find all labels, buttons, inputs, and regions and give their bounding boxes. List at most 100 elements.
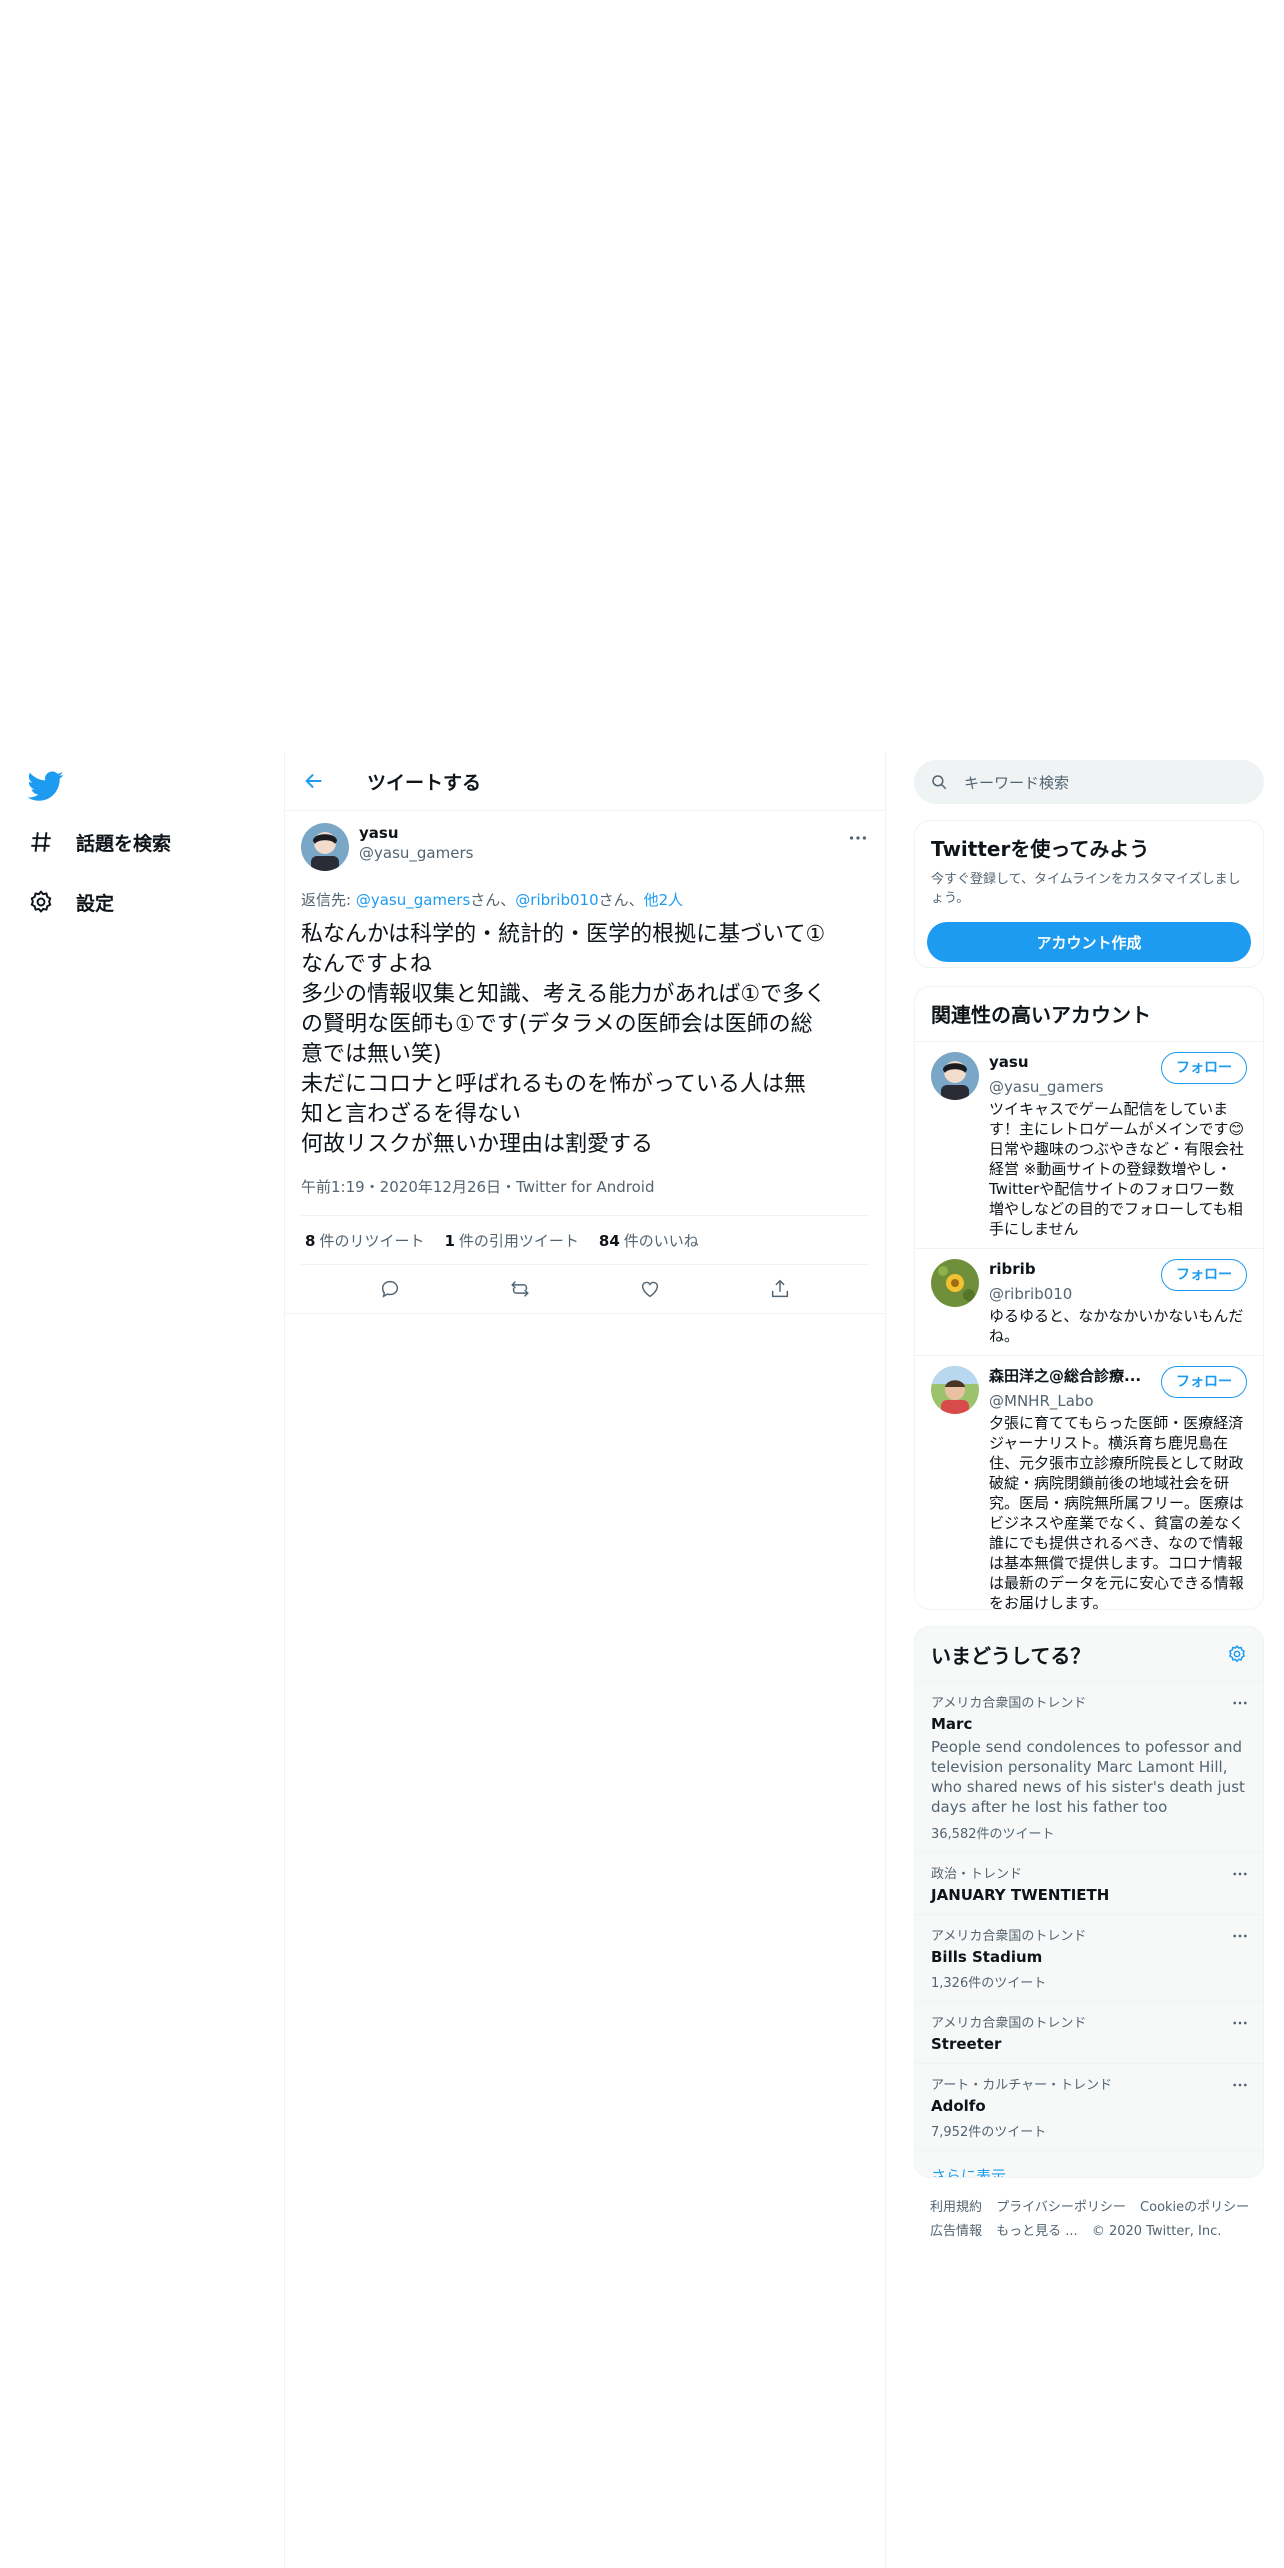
trend-context: アメリカ合衆国のトレンド (931, 2016, 1087, 2031)
related-user[interactable]: yasu @yasu_gamers フォロー ツイキャスでゲーム配信をしています… (915, 1042, 1263, 1249)
reply-user-link[interactable]: @yasu_gamers (356, 891, 470, 909)
reply-others-link[interactable]: 他2人 (644, 891, 684, 909)
tweet-text-line: の賢明な医師も①です(デタラメの医師会は医師の総 (301, 1012, 813, 1037)
follow-button[interactable]: フォロー (1161, 1052, 1247, 1084)
more-options-icon[interactable] (1231, 1927, 1249, 1945)
main-column: ツイートする yasu @yasu_gamers 返信先: @yasu_game… (284, 752, 886, 2568)
user-avatar[interactable] (931, 1366, 979, 1414)
more-options-icon[interactable] (1231, 2014, 1249, 2032)
footer-link[interactable]: もっと見る ... (996, 2224, 1078, 2239)
user-avatar[interactable] (931, 1052, 979, 1100)
signup-card: Twitterを使ってみよう 今すぐ登録して、タイムラインをカスタマイズしましょ… (914, 820, 1264, 968)
hashtag-icon (31, 832, 51, 852)
search-bar[interactable]: キーワード検索 (914, 760, 1264, 804)
trend-item[interactable]: アート・カルチャー・トレンド Adolfo 7,952件のツイート (915, 2064, 1263, 2151)
user-handle[interactable]: @yasu_gamers (989, 1077, 1103, 1097)
back-arrow-icon[interactable] (303, 770, 325, 792)
like-icon[interactable] (639, 1278, 661, 1300)
user-bio: ゆるゆると、なかなかいかないもんだね。 (989, 1307, 1244, 1345)
share-icon[interactable] (769, 1278, 791, 1300)
create-account-button[interactable]: アカウント作成 (927, 922, 1251, 962)
reply-separator: さん、 (598, 891, 644, 909)
related-title: 関連性の高いアカウント (931, 1003, 1151, 1027)
related-user[interactable]: ribrib @ribrib010 フォロー ゆるゆると、なかなかいかないもんだ… (915, 1249, 1263, 1356)
user-handle[interactable]: @ribrib010 (989, 1284, 1072, 1304)
nav-explore[interactable]: 話題を検索 (28, 822, 171, 862)
user-handle[interactable]: @MNHR_Labo (989, 1391, 1141, 1411)
more-options-icon[interactable] (847, 827, 869, 849)
like-count[interactable]: 84 件のいいね (599, 1230, 699, 1251)
author-avatar[interactable] (301, 823, 349, 871)
trend-item[interactable]: アメリカ合衆国のトレンド Bills Stadium 1,326件のツイート (915, 1915, 1263, 2002)
twitter-logo-icon[interactable] (27, 768, 64, 804)
signup-title: Twitterを使ってみよう (931, 837, 1150, 861)
user-name[interactable]: yasu (989, 1052, 1029, 1072)
search-input[interactable]: キーワード検索 (964, 772, 1069, 793)
footer-link[interactable]: Cookieのポリシー (1140, 2200, 1249, 2215)
more-options-icon[interactable] (1231, 1694, 1249, 1712)
trends-card: いまどうしてる？ アメリカ合衆国のトレンド Marc People send c… (914, 1626, 1264, 2178)
tweet-text-line: 未だにコロナと呼ばれるものを怖がっている人は無 (301, 1072, 806, 1097)
nav-settings[interactable]: 設定 (28, 882, 114, 922)
footer: 利用規約 プライバシーポリシー Cookieのポリシー 広告情報 もっと見る .… (914, 2196, 1284, 2244)
page-title: ツイートする (367, 771, 482, 794)
trend-name: Marc (931, 1715, 973, 1733)
footer-link[interactable]: プライバシーポリシー (996, 2200, 1126, 2215)
retweet-icon[interactable] (509, 1278, 531, 1300)
trend-name: Bills Stadium (931, 1948, 1043, 1966)
follow-button[interactable]: フォロー (1161, 1259, 1247, 1291)
reply-icon[interactable] (379, 1278, 401, 1300)
trend-item[interactable]: アメリカ合衆国のトレンド Marc People send condolence… (915, 1682, 1263, 1853)
trend-item[interactable]: アメリカ合衆国のトレンド Streeter (915, 2002, 1263, 2064)
gear-icon[interactable] (1227, 1644, 1247, 1664)
trend-name: Adolfo (931, 2097, 986, 2115)
footer-link[interactable]: 広告情報 (930, 2224, 982, 2239)
gear-icon (30, 890, 52, 913)
tweet-text-line: 意では無い笑) (301, 1042, 442, 1067)
tweet-text: 私なんかは科学的・統計的・医学的根拠に基づいて① なんですよね 多少の情報収集と… (301, 920, 869, 1160)
related-user[interactable]: 森田洋之@総合診療... @MNHR_Labo フォロー 夕張に育ててもらった医… (915, 1356, 1263, 1610)
main-header: ツイートする (285, 752, 885, 811)
trend-count: 7,952件のツイート (931, 2125, 1047, 2140)
author-name[interactable]: yasu (359, 823, 473, 843)
tweet-text-line: 知と言わざるを得ない (301, 1102, 522, 1127)
author-handle[interactable]: @yasu_gamers (359, 843, 473, 863)
reply-separator: さん、 (470, 891, 516, 909)
trend-count: 1,326件のツイート (931, 1976, 1047, 1991)
user-name[interactable]: 森田洋之@総合診療... (989, 1366, 1141, 1386)
reply-user-link[interactable]: @ribrib010 (515, 891, 598, 909)
trend-item[interactable]: 政治・トレンド JANUARY TWENTIETH (915, 1853, 1263, 1915)
tweet-text-line: 多少の情報収集と知識、考える能力があれば①で多く (301, 982, 827, 1007)
user-avatar[interactable] (931, 1259, 979, 1307)
more-options-icon[interactable] (1231, 1865, 1249, 1883)
show-more-link[interactable]: さらに表示 (915, 2151, 1263, 2177)
user-bio: ツイキャスでゲーム配信をしています！主にレトロゲームがメインです😊 日常や趣味の… (989, 1100, 1245, 1238)
signup-text: 今すぐ登録して、タイムラインをカスタマイズしましょう。 (931, 872, 1241, 906)
tweet-text-line: 私なんかは科学的・統計的・医学的根拠に基づいて① (301, 922, 826, 947)
footer-link[interactable]: 利用規約 (930, 2200, 982, 2215)
retweet-count[interactable]: 8 件のリツイート (305, 1230, 424, 1251)
more-options-icon[interactable] (1231, 2076, 1249, 2094)
related-accounts: 関連性の高いアカウント yasu @yasu_gamers フォロー ツイキャス… (914, 986, 1264, 1610)
nav-settings-label: 設定 (76, 892, 115, 915)
trend-context: アメリカ合衆国のトレンド (931, 1696, 1087, 1711)
trend-count: 36,582件のツイート (931, 1827, 1055, 1842)
user-name[interactable]: ribrib (989, 1259, 1036, 1279)
trends-title: いまどうしてる？ (931, 1643, 1091, 1668)
tweet: yasu @yasu_gamers 返信先: @yasu_gamersさん、@r… (285, 811, 885, 1314)
reply-prefix: 返信先: (301, 891, 356, 909)
trend-context: 政治・トレンド (931, 1867, 1023, 1882)
tweet-actions (285, 1265, 885, 1314)
trend-name: JANUARY TWENTIETH (931, 1886, 1110, 1904)
user-bio: 夕張に育ててもらった医師・医療経済ジャーナリスト。横浜育ち鹿児島在住、元夕張市立… (989, 1414, 1245, 1610)
tweet-text-line: なんですよね (301, 952, 432, 977)
tweet-timestamp[interactable]: 午前1:19・2020年12月26日・Twitter for Android (301, 1176, 869, 1216)
trend-description: People send condolences to pofessor and … (931, 1738, 1245, 1816)
tweet-text-line: 何故リスクが無いか理由は割愛する (301, 1132, 654, 1157)
tweet-stats: 8 件のリツイート 1 件の引用ツイート 84 件のいいね (301, 1216, 869, 1265)
trend-context: アメリカ合衆国のトレンド (931, 1929, 1087, 1944)
quote-count[interactable]: 1 件の引用ツイート (444, 1230, 578, 1251)
follow-button[interactable]: フォロー (1161, 1366, 1247, 1398)
copyright: © 2020 Twitter, Inc. (1091, 2224, 1222, 2239)
reply-to: 返信先: @yasu_gamersさん、@ribrib010さん、他2人 (301, 889, 869, 910)
